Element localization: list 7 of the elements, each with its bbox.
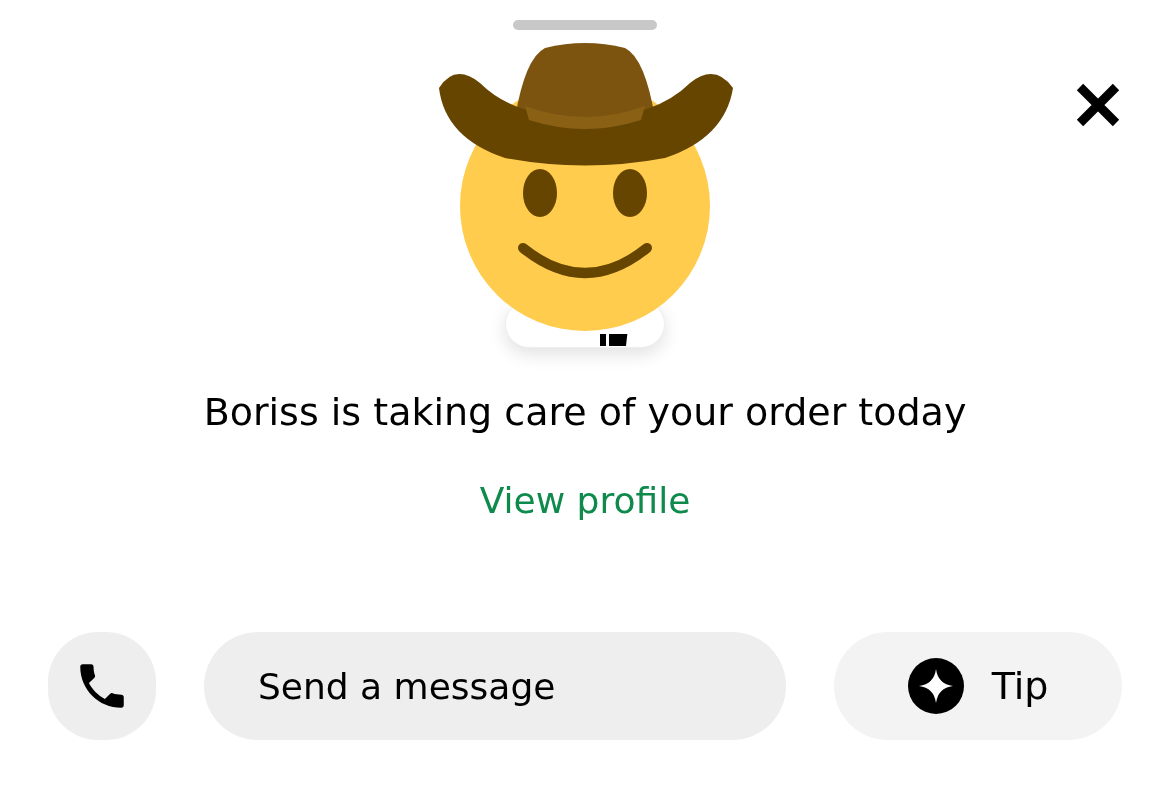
message-field[interactable]: Send a message (204, 632, 786, 740)
sparkle-icon (907, 658, 964, 714)
tip-button[interactable]: Tip (834, 632, 1122, 740)
close-button[interactable] (1074, 81, 1122, 129)
sheet-handle[interactable] (513, 20, 657, 30)
view-profile-link[interactable]: View profile (479, 478, 691, 524)
courier-headline: Boriss is taking care of your order today (203, 389, 967, 436)
